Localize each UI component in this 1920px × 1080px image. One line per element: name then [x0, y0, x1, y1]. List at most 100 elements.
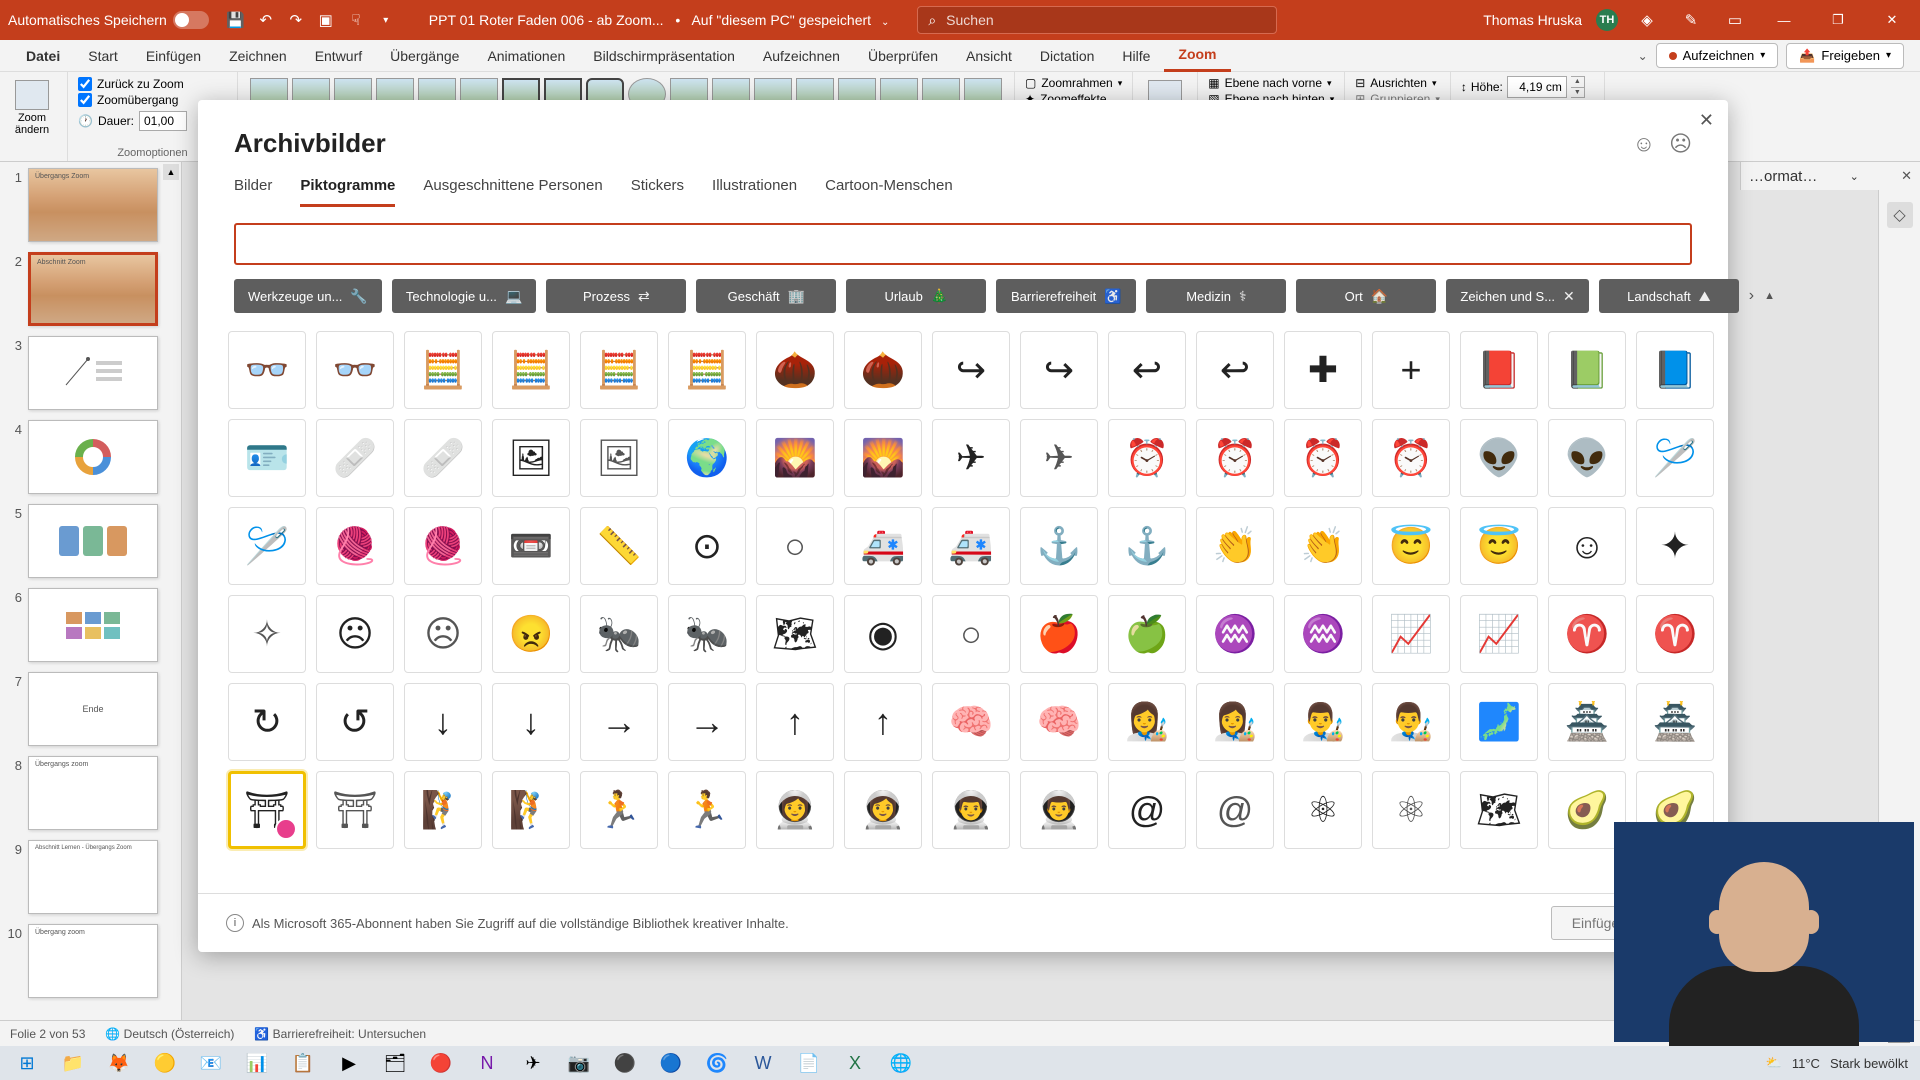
- touch-icon[interactable]: ☟: [344, 8, 368, 32]
- icon-australia[interactable]: 🗺: [1460, 771, 1538, 849]
- icon-angry-face[interactable]: 😠: [492, 595, 570, 673]
- tab-start[interactable]: Start: [74, 40, 132, 72]
- obs-icon[interactable]: ⚫: [602, 1046, 648, 1080]
- icon-pagoda-outline[interactable]: 🏯: [1636, 683, 1714, 761]
- slide-counter[interactable]: Folie 2 von 53: [10, 1027, 85, 1041]
- share-button[interactable]: 📤Freigeben▾: [1786, 43, 1904, 69]
- icon-artist-f[interactable]: 👩‍🎨: [1108, 683, 1186, 761]
- icon-alien-outline[interactable]: 👽: [1548, 419, 1626, 497]
- icon-apple-outline[interactable]: 🍏: [1108, 595, 1186, 673]
- app-icon-2[interactable]: 🗂: [372, 1046, 418, 1080]
- app-icon-7[interactable]: 📄: [786, 1046, 832, 1080]
- icon-aperture[interactable]: ◉: [844, 595, 922, 673]
- icon-refresh-cw[interactable]: ↻: [228, 683, 306, 761]
- icon-alarm-clock-outline[interactable]: ⏰: [1196, 419, 1274, 497]
- icon-astronaut-m[interactable]: 👨‍🚀: [932, 771, 1010, 849]
- icon-airplane[interactable]: ✈: [932, 419, 1010, 497]
- side-rail-format-icon[interactable]: ◇: [1887, 202, 1913, 228]
- icon-chart-up-outline[interactable]: 📈: [1460, 595, 1538, 673]
- icon-ambulance[interactable]: 🚑: [844, 507, 922, 585]
- tab-piktogramme[interactable]: Piktogramme: [300, 177, 395, 207]
- icon-glasses-3d[interactable]: 👓: [228, 331, 306, 409]
- icon-at-sign[interactable]: @: [1108, 771, 1186, 849]
- tab-uebergaenge[interactable]: Übergänge: [376, 40, 473, 72]
- icon-glasses-3d-outline[interactable]: 👓: [316, 331, 394, 409]
- tab-zeichnen[interactable]: Zeichnen: [215, 40, 301, 72]
- onenote-icon[interactable]: N: [464, 1046, 510, 1080]
- icon-ant-outline[interactable]: 🐜: [668, 595, 746, 673]
- category-location[interactable]: Ort🏠: [1296, 279, 1436, 313]
- icon-acorn[interactable]: 🌰: [756, 331, 834, 409]
- icon-ant[interactable]: 🐜: [580, 595, 658, 673]
- search-box[interactable]: ⌕ Suchen: [917, 6, 1277, 34]
- slide-panel[interactable]: ▲ 1Übergangs Zoom 2Abschnitt Zoom 3 4 5 …: [0, 162, 182, 1046]
- start-button[interactable]: ⊞: [4, 1046, 50, 1080]
- icon-arrow-up-thin[interactable]: ↑: [844, 683, 922, 761]
- feedback-frown-icon[interactable]: ☹: [1669, 131, 1692, 157]
- app-icon-3[interactable]: 🔴: [418, 1046, 464, 1080]
- minimize-button[interactable]: —: [1764, 0, 1804, 40]
- tab-einfuegen[interactable]: Einfügen: [132, 40, 215, 72]
- tab-dictation[interactable]: Dictation: [1026, 40, 1108, 72]
- present-live-icon[interactable]: ◈: [1635, 8, 1659, 32]
- icon-hands-clap[interactable]: 👏: [1196, 507, 1274, 585]
- icon-aquarius[interactable]: ♒: [1196, 595, 1274, 673]
- icon-plus-bold[interactable]: ✚: [1284, 331, 1362, 409]
- ink-icon[interactable]: ✎: [1679, 8, 1703, 32]
- slide-thumb-4[interactable]: [28, 420, 158, 494]
- tab-cartoon[interactable]: Cartoon-Menschen: [825, 177, 953, 207]
- tab-datei[interactable]: Datei: [12, 40, 74, 72]
- vlc-icon[interactable]: ▶: [326, 1046, 372, 1080]
- icon-africa[interactable]: 🌍: [668, 419, 746, 497]
- icon-apple[interactable]: 🍎: [1020, 595, 1098, 673]
- icon-climber-outline[interactable]: 🧗: [492, 771, 570, 849]
- powerpoint-icon[interactable]: 📊: [234, 1046, 280, 1080]
- telegram-icon[interactable]: ✈: [510, 1046, 556, 1080]
- tab-hilfe[interactable]: Hilfe: [1108, 40, 1164, 72]
- icon-alarm-double[interactable]: ⏰: [1284, 419, 1362, 497]
- tab-personen[interactable]: Ausgeschnittene Personen: [423, 177, 602, 207]
- tab-illustrationen[interactable]: Illustrationen: [712, 177, 797, 207]
- icon-atom-outline[interactable]: ⚛: [1372, 771, 1450, 849]
- slide-thumb-5[interactable]: [28, 504, 158, 578]
- user-avatar[interactable]: TH: [1596, 9, 1618, 31]
- icon-asia[interactable]: 🗾: [1460, 683, 1538, 761]
- icon-address-book-alt[interactable]: 📘: [1636, 331, 1714, 409]
- icon-angel-face[interactable]: 😇: [1372, 507, 1450, 585]
- panel-scroll-up[interactable]: ▲: [163, 164, 179, 180]
- icon-alarm-clock[interactable]: ⏰: [1108, 419, 1186, 497]
- icon-arrow-up[interactable]: ↑: [756, 683, 834, 761]
- icon-button-round[interactable]: ⊙: [668, 507, 746, 585]
- category-more-icon[interactable]: ›: [1749, 279, 1754, 313]
- icon-artist-f-outline[interactable]: 👩‍🎨: [1196, 683, 1274, 761]
- icon-aperture-outline[interactable]: ○: [932, 595, 1010, 673]
- icon-brain-head[interactable]: 🧠: [932, 683, 1010, 761]
- tab-animationen[interactable]: Animationen: [473, 40, 579, 72]
- icon-arrow-curve-r-thin[interactable]: ↪: [1020, 331, 1098, 409]
- category-tools[interactable]: Werkzeuge un...🔧: [234, 279, 382, 313]
- slide-thumb-8[interactable]: Übergangs zoom: [28, 756, 158, 830]
- icon-runner[interactable]: 🏃: [580, 771, 658, 849]
- icon-arrow-curve-r[interactable]: ↪: [932, 331, 1010, 409]
- icon-billboard[interactable]: 🖼: [492, 419, 570, 497]
- icon-arrow-curve-l[interactable]: ↩: [1108, 331, 1186, 409]
- qat-more-icon[interactable]: ▾: [374, 8, 398, 32]
- icon-climber[interactable]: 🧗: [404, 771, 482, 849]
- tab-bildschirmpraesentation[interactable]: Bildschirmpräsentation: [579, 40, 749, 72]
- icon-tape-measure[interactable]: 📏: [580, 507, 658, 585]
- ribbon-collapse-icon[interactable]: ⌄: [1638, 49, 1648, 63]
- icon-star-burst[interactable]: ✦: [1636, 507, 1714, 585]
- app-icon-4[interactable]: 📷: [556, 1046, 602, 1080]
- icon-arrow-right[interactable]: →: [580, 683, 658, 761]
- icon-airplane-outline[interactable]: ✈: [1020, 419, 1098, 497]
- tab-bilder[interactable]: Bilder: [234, 177, 272, 207]
- grid-scroll-up-icon[interactable]: ▲: [1764, 279, 1775, 313]
- icon-runner-outline[interactable]: 🏃: [668, 771, 746, 849]
- accessibility-status[interactable]: ♿ Barrierefreiheit: Untersuchen: [254, 1027, 426, 1041]
- icon-needle[interactable]: 🪡: [1636, 419, 1714, 497]
- align-button[interactable]: ⊟Ausrichten▾: [1355, 76, 1440, 90]
- slide-thumb-2[interactable]: Abschnitt Zoom: [28, 252, 158, 326]
- icon-angel-face-outline[interactable]: 😇: [1460, 507, 1538, 585]
- icon-arrow-down[interactable]: ↓: [404, 683, 482, 761]
- icon-address-book-outline[interactable]: 📗: [1548, 331, 1626, 409]
